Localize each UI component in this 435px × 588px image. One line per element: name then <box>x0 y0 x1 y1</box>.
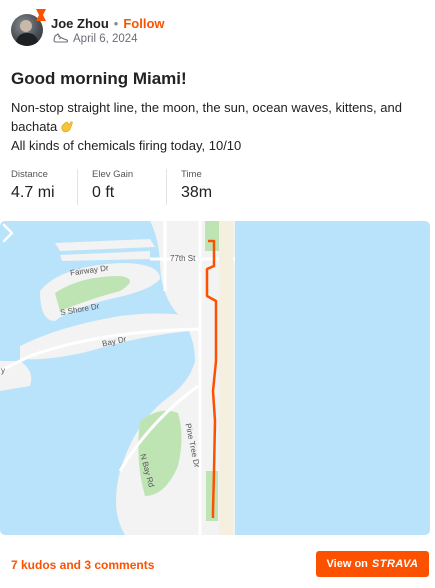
stat-label: Elev Gain <box>92 169 134 180</box>
stat-time: Time 38m <box>181 169 226 205</box>
street-label: y <box>1 366 5 375</box>
stat-distance: Distance 4.7 mi <box>11 169 78 205</box>
activity-footer: 7 kudos and 3 comments View on STRAVA <box>11 550 429 578</box>
description-line: Non-stop straight line, the moon, the su… <box>11 100 402 115</box>
subscriber-badge-icon <box>36 9 46 21</box>
activity-title[interactable]: Good morning Miami! <box>11 69 187 89</box>
map-canvas <box>0 221 235 535</box>
stat-elevation: Elev Gain 0 ft <box>92 169 167 205</box>
route-map[interactable]: 77th St Fairway Dr S Shore Dr Bay Dr Pin… <box>0 221 430 535</box>
stat-value: 38m <box>181 184 213 201</box>
author-name[interactable]: Joe Zhou <box>51 16 109 31</box>
stat-value: 0 ft <box>92 184 115 201</box>
description-line: bachata <box>11 117 421 136</box>
stat-label: Time <box>181 169 202 180</box>
activity-description: Non-stop straight line, the moon, the su… <box>11 98 421 155</box>
strava-logo: STRAVA <box>371 558 419 570</box>
street-label: 77th St <box>170 254 196 263</box>
stat-value: 4.7 mi <box>11 184 55 201</box>
pinching-hand-emoji-icon <box>61 121 74 133</box>
follow-button[interactable]: Follow <box>123 16 164 31</box>
activity-stats: Distance 4.7 mi Elev Gain 0 ft Time 38m <box>11 169 240 205</box>
view-on-strava-button[interactable]: View on STRAVA <box>316 551 429 577</box>
shoe-icon <box>53 33 69 43</box>
activity-date: April 6, 2024 <box>73 33 138 45</box>
chevron-right-icon[interactable] <box>0 221 16 245</box>
activity-header: Joe Zhou • Follow April 6, 2024 <box>11 9 421 50</box>
separator-dot: • <box>113 15 119 31</box>
view-on-label: View on <box>326 558 368 570</box>
kudos-comments-link[interactable]: 7 kudos and 3 comments <box>11 558 154 572</box>
stat-label: Distance <box>11 169 48 180</box>
description-line: All kinds of chemicals firing today, 10/… <box>11 138 242 153</box>
